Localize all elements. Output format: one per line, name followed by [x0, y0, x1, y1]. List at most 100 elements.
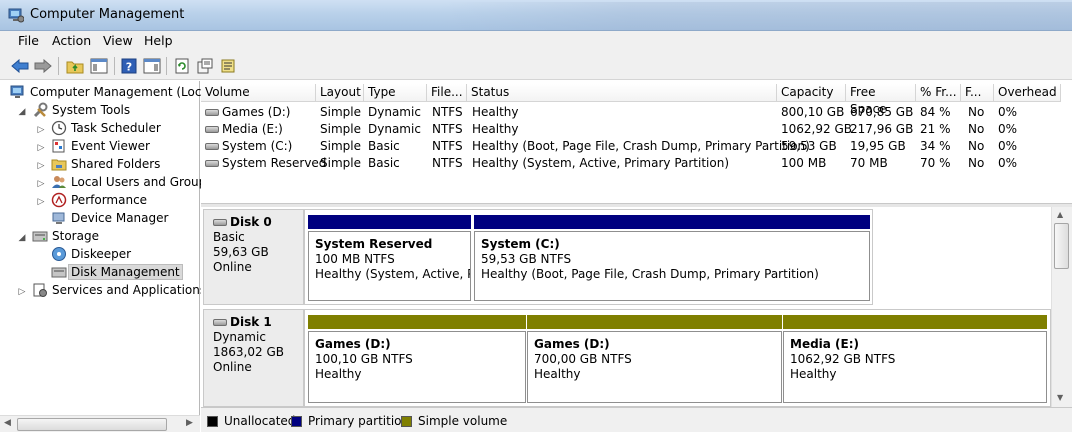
column-header-filesystem[interactable]: File... [427, 84, 467, 102]
toolbar-separator [58, 57, 59, 75]
toolbar: ? [0, 52, 1072, 80]
table-cell: Healthy (Boot, Page File, Crash Dump, Pr… [472, 139, 810, 153]
clock-icon [51, 120, 67, 136]
partition-system-reserved[interactable]: System Reserved 100 MB NTFS Healthy (Sys… [308, 215, 471, 301]
partition-body: Games (D:) 100,10 GB NTFS Healthy [308, 331, 526, 403]
partition-name: Games (D:) [315, 337, 391, 351]
menu-file[interactable]: File [18, 33, 39, 48]
up-folder-icon[interactable] [65, 56, 85, 76]
device-manager-icon [51, 210, 67, 226]
partition-body: Games (D:) 700,00 GB NTFS Healthy [527, 331, 782, 403]
partition-size: 59,53 GB NTFS [481, 252, 572, 266]
action-pane-icon[interactable] [142, 56, 162, 76]
scroll-down-icon[interactable]: ▼ [1057, 393, 1063, 402]
menu-action[interactable]: Action [52, 33, 91, 48]
disk-name: Disk 0 [230, 215, 272, 229]
partition-status: Healthy (Boot, Page File, Crash Dump, Pr… [481, 267, 819, 281]
tree-item-disk-management[interactable]: Disk Management [51, 263, 183, 281]
table-cell-volume[interactable]: System Reserved [205, 155, 326, 171]
tree-item-label: Task Scheduler [71, 121, 161, 135]
partition-media-e[interactable]: Media (E:) 1062,92 GB NTFS Healthy [783, 315, 1047, 403]
disk-1-label[interactable]: Disk 1 Dynamic 1863,02 GB Online [203, 309, 304, 407]
column-header-free-space[interactable]: Free Space [846, 84, 916, 116]
disk-type: Basic [213, 230, 245, 244]
back-arrow-icon[interactable] [10, 56, 30, 76]
disk-management-icon [51, 264, 67, 280]
table-cell: No [968, 105, 985, 119]
partition-games-d-2[interactable]: Games (D:) 700,00 GB NTFS Healthy [527, 315, 782, 403]
tree-root-label: Computer Management (Local [30, 85, 213, 99]
partition-bar [783, 315, 1047, 329]
disk-icon [213, 219, 227, 226]
scrollbar-thumb[interactable] [17, 418, 167, 431]
column-header-status[interactable]: Status [467, 84, 777, 102]
tree-item-label: Services and Applications [52, 283, 207, 297]
partition-system-c[interactable]: System (C:) 59,53 GB NTFS Healthy (Boot,… [474, 215, 870, 301]
performance-icon [51, 192, 67, 208]
table-cell: 670,85 GB [850, 105, 914, 119]
table-cell: NTFS [432, 105, 463, 119]
show-hide-tree-icon[interactable] [89, 56, 109, 76]
tree-item-diskeeper[interactable]: Diskeeper [51, 245, 131, 263]
volume-icon [205, 109, 219, 116]
column-header-percent-free[interactable]: % Fr... [916, 84, 961, 102]
tree-item-label: Local Users and Groups [71, 175, 213, 189]
disk-0-label[interactable]: Disk 0 Basic 59,63 GB Online [203, 209, 304, 305]
collapse-icon[interactable]: ◢ [17, 233, 27, 243]
partition-games-d-1[interactable]: Games (D:) 100,10 GB NTFS Healthy [308, 315, 526, 403]
partition-bar [527, 315, 782, 329]
tree-item-local-users[interactable]: Local Users and Groups [51, 173, 213, 191]
tree-root[interactable]: Computer Management (Local [10, 83, 212, 101]
storage-icon [32, 228, 48, 244]
table-cell-volume[interactable]: System (C:) [205, 138, 292, 154]
table-cell-volume[interactable]: Media (E:) [205, 121, 283, 137]
refresh-icon[interactable] [172, 56, 192, 76]
partition-status: Healthy [534, 367, 581, 381]
volume-name: Media (E:) [222, 122, 283, 136]
expand-icon[interactable]: ▷ [36, 197, 46, 207]
expand-icon[interactable]: ▷ [36, 125, 46, 135]
tree-item-performance[interactable]: Performance [51, 191, 147, 209]
tree-item-event-viewer[interactable]: Event Viewer [51, 137, 150, 155]
users-icon [51, 174, 67, 190]
computer-management-icon [8, 7, 25, 23]
scroll-left-icon[interactable]: ◀ [4, 418, 11, 428]
expand-icon[interactable]: ▷ [17, 287, 27, 297]
tree-item-label: Event Viewer [71, 139, 150, 153]
partition-size: 100,10 GB NTFS [315, 352, 413, 366]
table-cell-volume[interactable]: Games (D:) [205, 104, 290, 120]
column-header-overhead[interactable]: Overhead [994, 84, 1061, 102]
tree-item-device-manager[interactable]: Device Manager [51, 209, 168, 227]
partition-name: Media (E:) [790, 337, 860, 351]
tree-item-system-tools[interactable]: System Tools [32, 101, 130, 119]
tree-item-services[interactable]: Services and Applications [32, 281, 206, 299]
collapse-icon[interactable]: ◢ [17, 107, 27, 117]
graphical-vertical-scrollbar[interactable]: ▲ ▼ [1051, 207, 1072, 407]
tree-item-storage[interactable]: Storage [32, 227, 99, 245]
menu-view[interactable]: View [103, 33, 133, 48]
scrollbar-thumb[interactable] [1054, 223, 1069, 269]
properties-icon[interactable] [195, 56, 215, 76]
expand-icon[interactable]: ▷ [36, 161, 46, 171]
scroll-right-icon[interactable]: ▶ [186, 418, 193, 428]
help-icon[interactable]: ? [119, 56, 139, 76]
column-header-layout[interactable]: Layout [316, 84, 364, 102]
menu-help[interactable]: Help [144, 33, 173, 48]
tree-horizontal-scrollbar[interactable]: ◀ ▶ [0, 415, 200, 432]
tree-item-label: Device Manager [71, 211, 169, 225]
export-list-icon[interactable] [218, 56, 238, 76]
tree-item-task-scheduler[interactable]: Task Scheduler [51, 119, 161, 137]
tree-item-shared-folders[interactable]: Shared Folders [51, 155, 160, 173]
partition-status: Healthy (System, Active, Prir [315, 267, 471, 281]
column-header-capacity[interactable]: Capacity [777, 84, 846, 102]
legend-label: Simple volume [418, 414, 508, 428]
forward-arrow-icon[interactable] [33, 56, 53, 76]
expand-icon[interactable]: ▷ [36, 179, 46, 189]
expand-icon[interactable]: ▷ [36, 143, 46, 153]
table-cell: 59,53 GB [781, 139, 837, 153]
column-header-volume[interactable]: Volume [201, 84, 316, 102]
column-header-type[interactable]: Type [364, 84, 427, 102]
column-header-fault-tolerance[interactable]: F... [961, 84, 994, 102]
scroll-up-icon[interactable]: ▲ [1057, 210, 1063, 219]
table-cell: Healthy [472, 122, 519, 136]
